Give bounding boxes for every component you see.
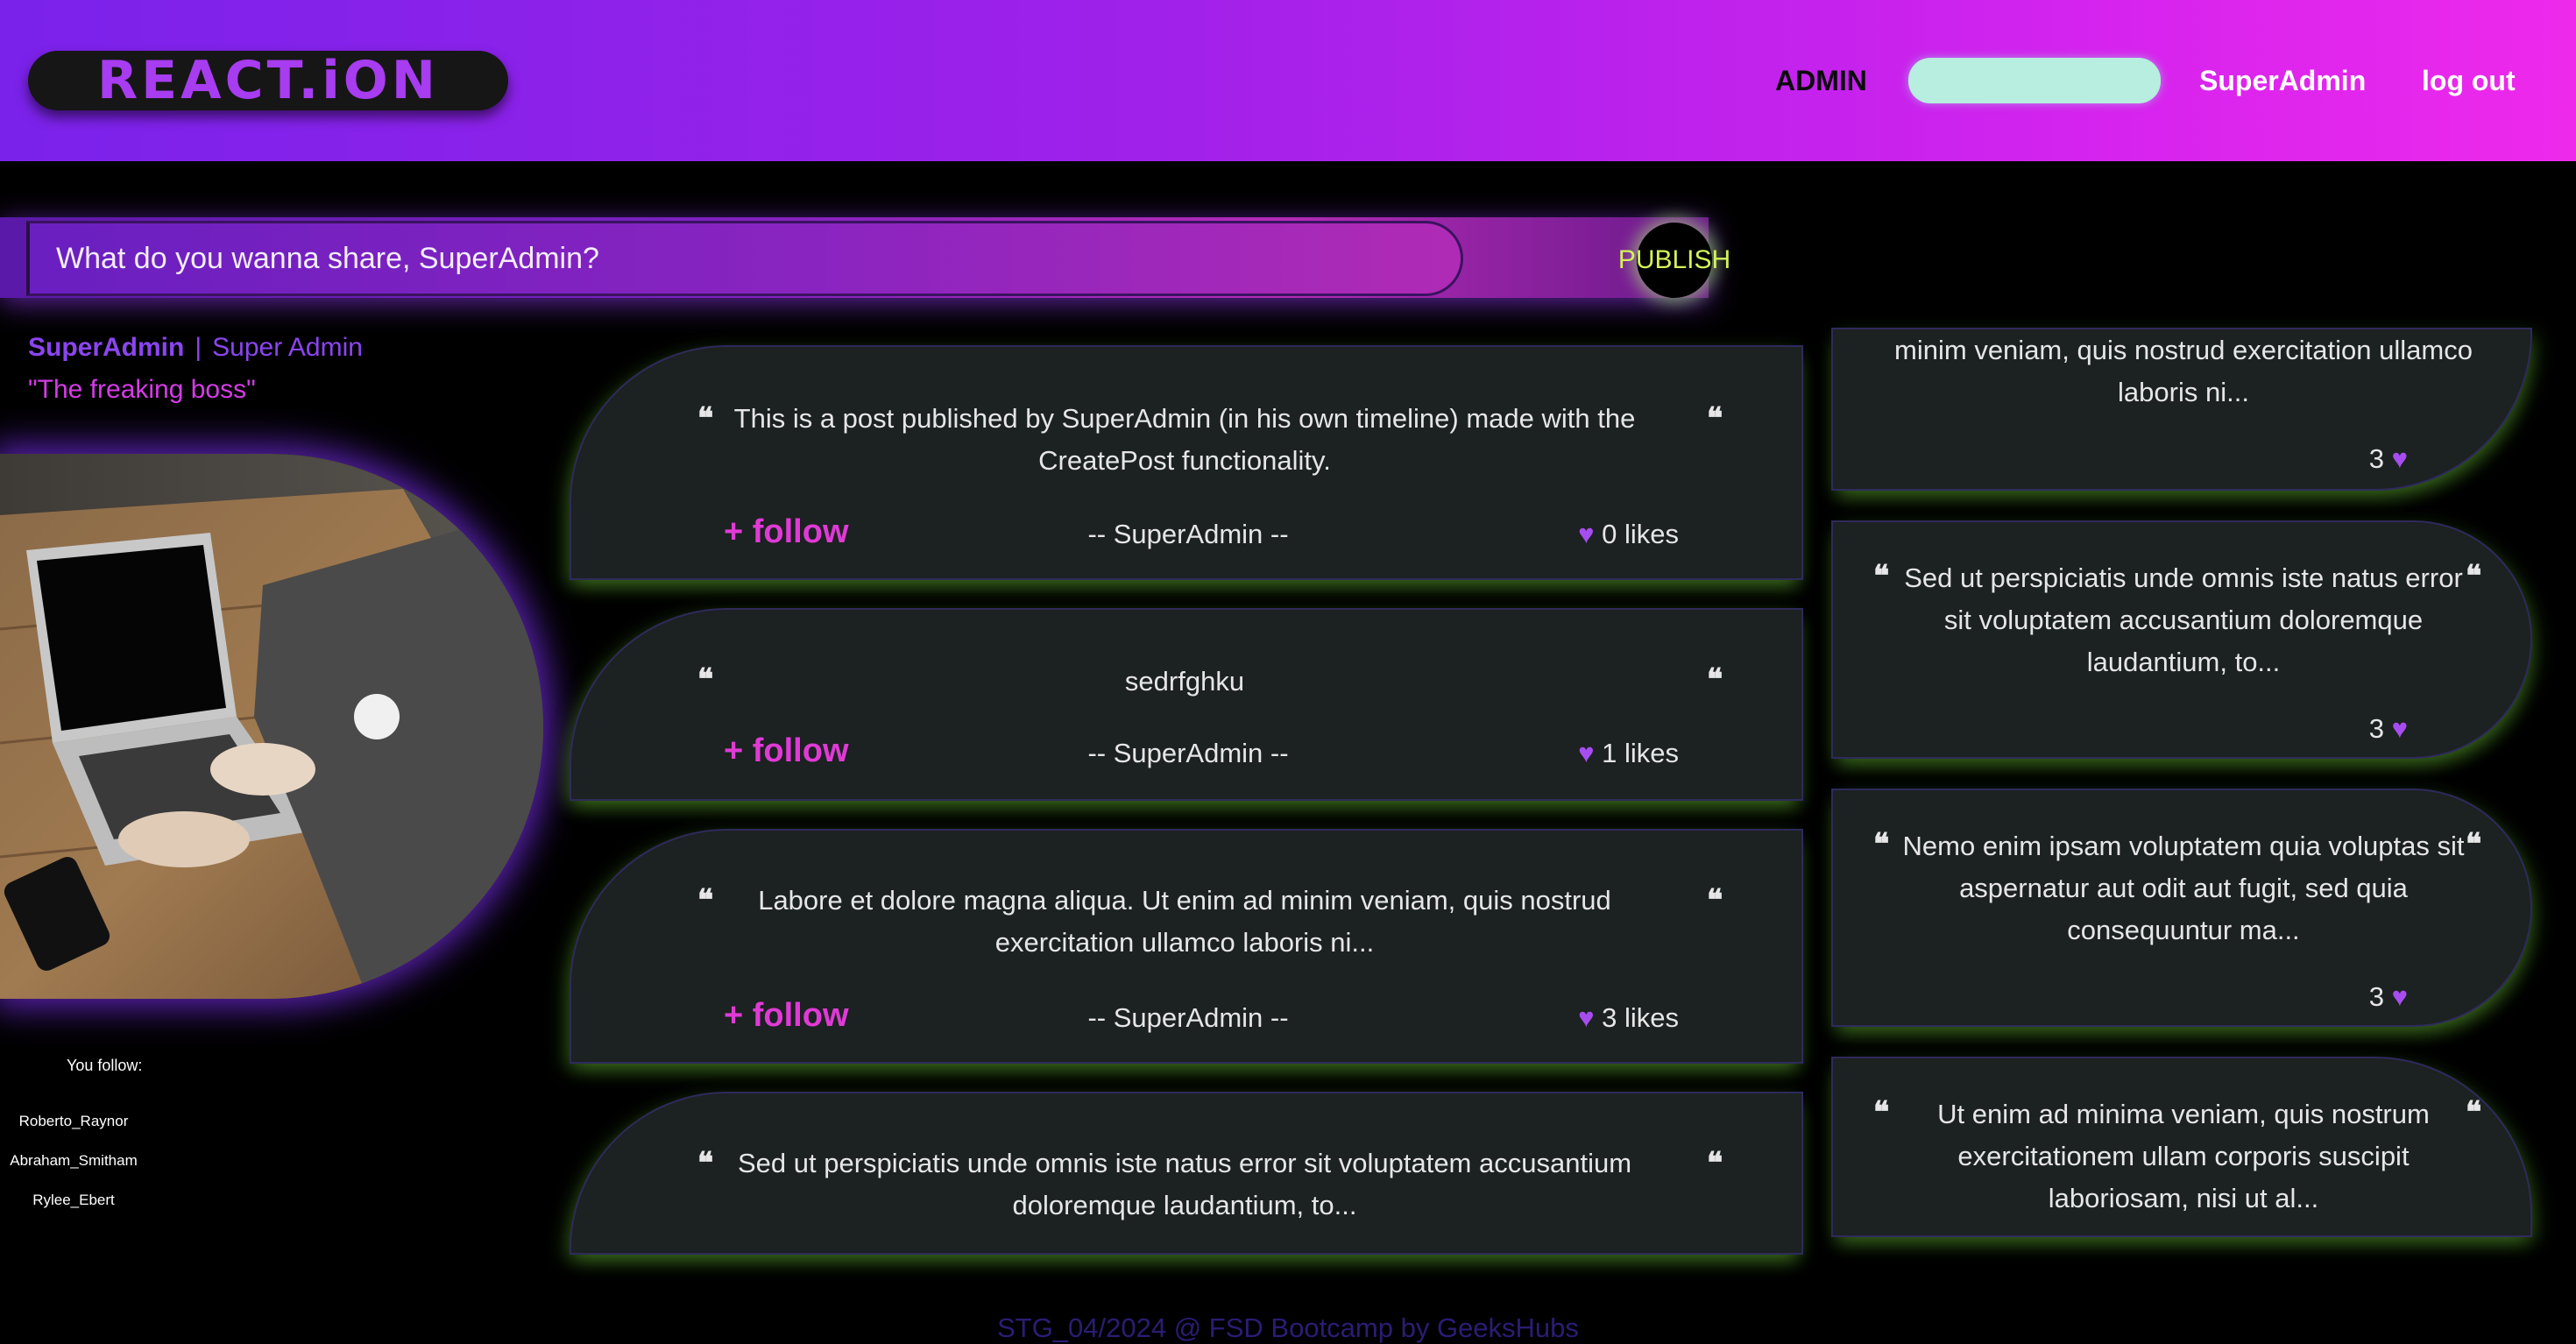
post-card: ❝ ❝ Labore et dolore magna aliqua. Ut en… (570, 829, 1803, 1064)
publish-button[interactable]: PUBLISH (1618, 223, 1730, 298)
side-post-card: ❝ ❝ Ut enim ad minima veniam, quis nostr… (1831, 1057, 2532, 1237)
footer-text: STG_04/2024 @ FSD Bootcamp by GeeksHubs (997, 1312, 1579, 1343)
close-quote-icon: ❝ (1707, 1146, 1723, 1181)
top-header: REACT.iON ADMIN SuperAdmin log out (0, 0, 2576, 161)
side-post-text: Ut enim ad minima veniam, quis nostrum e… (1937, 1099, 2430, 1213)
following-title: You follow: (67, 1057, 143, 1074)
search-input[interactable] (1908, 58, 2161, 103)
open-quote-icon: ❝ (1873, 827, 1890, 862)
heart-icon[interactable]: ♥ (2392, 443, 2408, 474)
side-post-text: Nemo enim ipsam voluptatem quia voluptas… (1902, 831, 2465, 945)
heart-icon[interactable]: ♥ (2392, 981, 2408, 1012)
likes-count: 3 (2368, 981, 2384, 1012)
close-quote-icon: ❝ (1707, 401, 1723, 436)
nav-admin-link[interactable]: ADMIN (1775, 60, 1867, 102)
laptop-photo-illustration (0, 454, 543, 999)
heart-icon[interactable]: ♥ (2392, 713, 2408, 744)
following-item[interactable]: Rylee_Ebert (0, 1192, 147, 1231)
open-quote-icon: ❝ (1873, 1095, 1890, 1130)
nav-profile-link[interactable]: SuperAdmin (2199, 60, 2366, 102)
following-list: Roberto_Raynor Abraham_Smitham Rylee_Ebe… (0, 1113, 147, 1231)
side-post-text: Sed ut perspiciatis unde omnis iste natu… (1904, 562, 2463, 677)
profile-name: SuperAdmin (28, 333, 185, 362)
likes-label: 1 likes (1602, 738, 1679, 768)
heart-icon[interactable]: ♥ (1578, 519, 1594, 549)
like-counter[interactable]: 3 ♥ (2369, 981, 2408, 1013)
like-counter[interactable]: ♥ 0 likes (1578, 519, 1679, 550)
heart-icon[interactable]: ♥ (1578, 1002, 1594, 1033)
open-quote-icon: ❝ (697, 401, 714, 436)
post-text: This is a post published by SuperAdmin (… (733, 403, 1636, 476)
heart-icon[interactable]: ♥ (1578, 738, 1594, 768)
side-post-card: ❝ ❝ Nemo enim ipsam voluptatem quia volu… (1831, 789, 2532, 1027)
close-quote-icon: ❝ (1707, 662, 1723, 697)
side-post-card: ❝ ❝ Sed ut perspiciatis unde omnis iste … (1831, 520, 2532, 759)
post-card: ❝ ❝ This is a post published by SuperAdm… (570, 345, 1803, 580)
profile-role: Super Admin (212, 333, 363, 362)
like-counter[interactable]: 3 ♥ (2369, 713, 2408, 745)
close-quote-icon: ❝ (1707, 883, 1723, 918)
side-post-text: minim veniam, quis nostrud exercitation … (1894, 335, 2473, 407)
post-card: ❝ ❝ Sed ut perspiciatis unde omnis iste … (570, 1092, 1803, 1255)
like-counter[interactable]: 3 ♥ (2369, 443, 2408, 475)
likes-label: 3 likes (1602, 1002, 1679, 1033)
profile-header: SuperAdmin | Super Admin (28, 333, 363, 363)
likes-label: 0 likes (1602, 519, 1679, 549)
open-quote-icon: ❝ (1873, 559, 1890, 594)
logout-link[interactable]: log out (2422, 60, 2516, 102)
profile-photo (0, 454, 543, 999)
likes-count: 3 (2368, 713, 2384, 744)
post-card: ❝ ❝ sedrfghku + follow -- SuperAdmin -- … (570, 608, 1803, 801)
post-text: sedrfghku (1124, 666, 1245, 697)
likes-count: 3 (2368, 443, 2384, 474)
like-counter[interactable]: ♥ 1 likes (1578, 738, 1679, 769)
like-counter[interactable]: ♥ 3 likes (1578, 1002, 1679, 1034)
side-post-card: minim veniam, quis nostrud exercitation … (1831, 328, 2532, 491)
following-item[interactable]: Roberto_Raynor (0, 1113, 147, 1152)
profile-quote: "The freaking boss" (28, 375, 256, 404)
following-item[interactable]: Abraham_Smitham (0, 1152, 147, 1192)
logo[interactable]: REACT.iON (28, 50, 508, 111)
open-quote-icon: ❝ (697, 1146, 714, 1181)
open-quote-icon: ❝ (697, 662, 714, 697)
post-text: Labore et dolore magna aliqua. Ut enim a… (758, 885, 1611, 958)
profile-separator: | (195, 333, 202, 362)
post-text: Sed ut perspiciatis unde omnis iste natu… (737, 1148, 1632, 1220)
share-input[interactable] (26, 221, 1463, 296)
open-quote-icon: ❝ (697, 883, 714, 918)
logo-text: REACT.iON (96, 50, 440, 111)
